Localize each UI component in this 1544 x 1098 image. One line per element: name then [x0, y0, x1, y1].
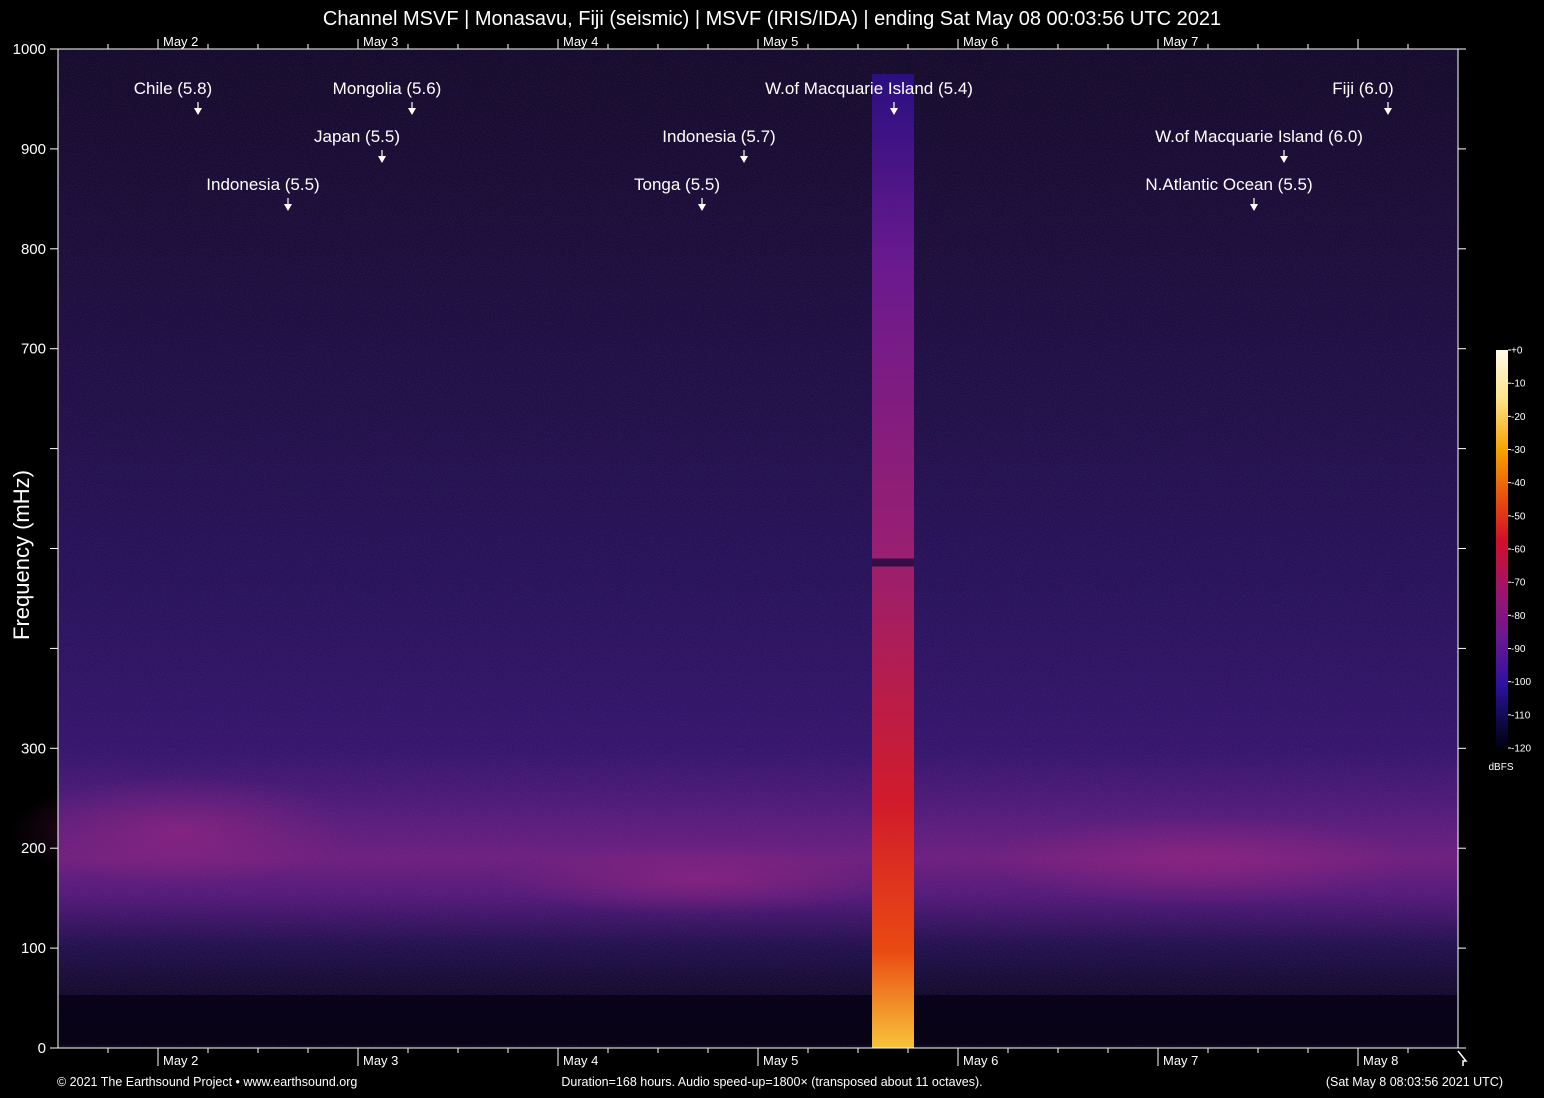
- event-label: Indonesia (5.5): [206, 175, 319, 194]
- event-label: Indonesia (5.7): [662, 127, 775, 146]
- event-label: Japan (5.5): [314, 127, 400, 146]
- y-tick-label: 300: [21, 740, 46, 757]
- event-label: Mongolia (5.6): [333, 79, 442, 98]
- x-day-label-top: May 5: [763, 34, 798, 49]
- x-day-label-top: May 2: [163, 34, 198, 49]
- colorbar-tick-label: -30: [1511, 445, 1526, 456]
- footer-duration-info: Duration=168 hours. Audio speed-up=1800×…: [561, 1075, 983, 1089]
- event-label: Fiji (6.0): [1332, 79, 1393, 98]
- colorbar-unit-label: dBFS: [1488, 762, 1513, 773]
- y-tick-label: 200: [21, 840, 46, 857]
- plot-noise: [58, 49, 1458, 1048]
- footer-timestamp: (Sat May 8 08:03:56 2021 UTC): [1325, 1075, 1503, 1089]
- colorbar-tick-label: -90: [1511, 644, 1526, 655]
- x-day-label-bottom: May 5: [763, 1053, 798, 1068]
- y-tick-label: 1000: [13, 41, 46, 58]
- event-label: W.of Macquarie Island (5.4): [765, 79, 973, 98]
- x-day-label-bottom: May 8: [1363, 1053, 1398, 1068]
- low-freq-dark-band: [58, 995, 1458, 1045]
- x-day-label-bottom: May 4: [563, 1053, 598, 1068]
- y-tick-label: 100: [21, 940, 46, 957]
- x-day-label-bottom: May 3: [363, 1053, 398, 1068]
- colorbar-tick-label: -10: [1511, 379, 1526, 390]
- event-label: W.of Macquarie Island (6.0): [1155, 127, 1363, 146]
- x-day-label-top: May 3: [363, 34, 398, 49]
- colorbar-tick-label: -80: [1511, 611, 1526, 622]
- x-day-label-top: May 4: [563, 34, 598, 49]
- x-day-label-bottom: May 2: [163, 1053, 198, 1068]
- signal-gap-band: [872, 558, 914, 567]
- x-day-label-bottom: May 7: [1163, 1053, 1198, 1068]
- colorbar-tick-label: -70: [1511, 578, 1526, 589]
- colorbar-tick-label: -40: [1511, 478, 1526, 489]
- y-tick-label: 700: [21, 341, 46, 358]
- x-day-label-top: May 7: [1163, 34, 1198, 49]
- colorbar-tick-label: -120: [1511, 744, 1531, 755]
- x-day-label-bottom: May 6: [963, 1053, 998, 1068]
- colorbar-tick-label: -100: [1511, 677, 1531, 688]
- event-label: N.Atlantic Ocean (5.5): [1145, 175, 1312, 194]
- colorbar-tick-label: +0: [1511, 346, 1523, 357]
- end-cursor-icon: [1457, 1050, 1468, 1066]
- spectrogram-chart: 0 100 200 300 700 800 900 1000 May 2 May 2 May 3 M…: [10, 34, 1531, 1068]
- y-tick-label: 800: [21, 241, 46, 258]
- colorbar-gradient: [1496, 350, 1508, 748]
- colorbar-tick-label: -60: [1511, 545, 1526, 556]
- colorbar-tick-label: -20: [1511, 412, 1526, 423]
- event-label: Tonga (5.5): [634, 175, 720, 194]
- colorbar-tick-label: -110: [1511, 710, 1531, 721]
- event-label: Chile (5.8): [134, 79, 212, 98]
- colorbar-tick-label: -50: [1511, 511, 1526, 522]
- y-tick-label: 900: [21, 141, 46, 158]
- x-day-label-top: May 6: [963, 34, 998, 49]
- y-tick-label: 0: [38, 1040, 46, 1057]
